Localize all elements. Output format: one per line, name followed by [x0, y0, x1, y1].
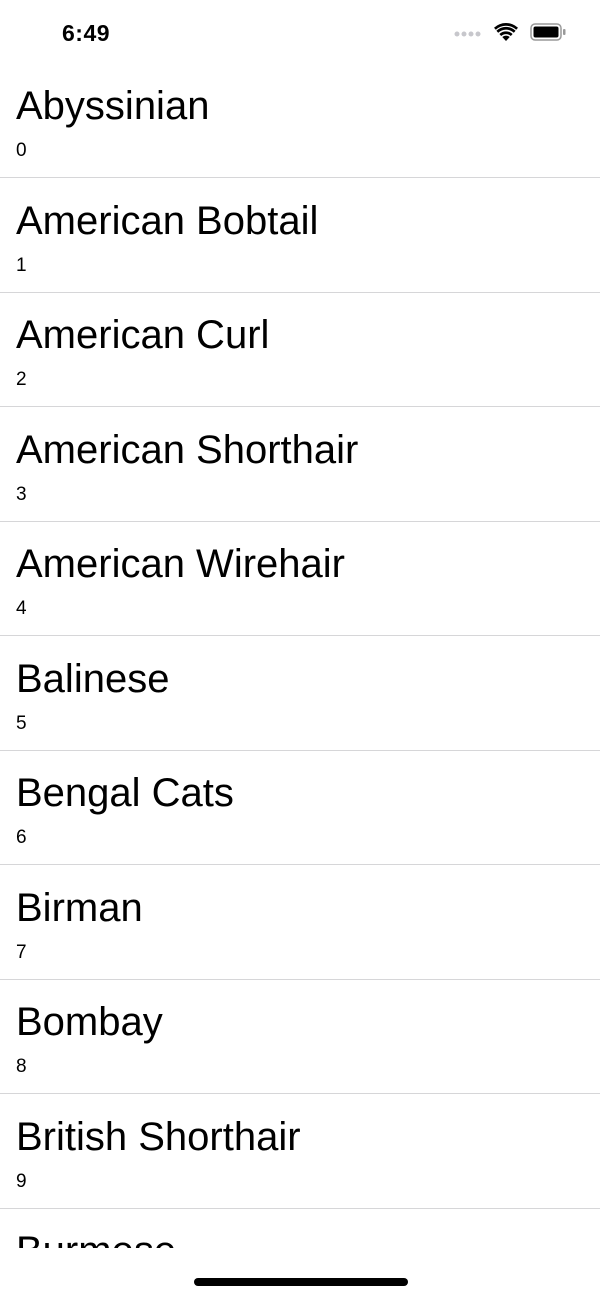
cat-breed-list[interactable]: Abyssinian 0 American Bobtail 1 American Cur…: [0, 64, 600, 1248]
breed-name: American Bobtail: [16, 198, 319, 243]
list-item[interactable]: British Shorthair 9: [0, 1095, 600, 1209]
breed-index: 1: [16, 254, 27, 276]
breed-name: American Shorthair: [16, 427, 359, 472]
breed-name: Abyssinian: [16, 84, 210, 128]
wifi-icon: [494, 22, 518, 47]
list-item[interactable]: Balinese 5: [0, 637, 600, 751]
breed-index: 7: [16, 941, 27, 963]
list-item[interactable]: American Shorthair 3: [0, 408, 600, 522]
list-item[interactable]: American Wirehair 4: [0, 522, 600, 636]
breed-index: 3: [16, 483, 27, 505]
status-bar: 6:49: [0, 0, 600, 68]
list-item[interactable]: Bengal Cats 6: [0, 751, 600, 865]
home-indicator[interactable]: [194, 1278, 408, 1286]
list-item[interactable]: Bombay 8: [0, 980, 600, 1094]
breed-index: 8: [16, 1056, 27, 1077]
list-item[interactable]: Birman 7: [0, 866, 600, 980]
cellular-signal-icon: [454, 25, 482, 43]
breed-name: British Shorthair: [16, 1114, 301, 1159]
list-item[interactable]: Burmese: [0, 1209, 600, 1248]
breed-index: 6: [16, 827, 27, 848]
list-item[interactable]: American Curl 2: [0, 293, 600, 407]
breed-index: 9: [16, 1170, 27, 1192]
breed-name: Bombay: [16, 1000, 163, 1044]
status-icons: [454, 22, 566, 46]
breed-index: 2: [16, 369, 27, 390]
breed-index: 0: [16, 140, 27, 161]
breed-name: American Wirehair: [16, 542, 345, 586]
breed-name: American Curl: [16, 313, 270, 357]
breed-index: 4: [16, 598, 27, 619]
list-item[interactable]: Abyssinian 0: [0, 64, 600, 178]
battery-icon: [530, 22, 566, 46]
breed-name: Birman: [16, 885, 143, 930]
breed-name: Burmese: [16, 1227, 176, 1248]
breed-index: 5: [16, 712, 27, 734]
breed-name: Balinese: [16, 656, 170, 701]
breed-name: Bengal Cats: [16, 771, 234, 815]
status-time: 6:49: [62, 20, 111, 46]
list-item[interactable]: American Bobtail 1: [0, 179, 600, 293]
